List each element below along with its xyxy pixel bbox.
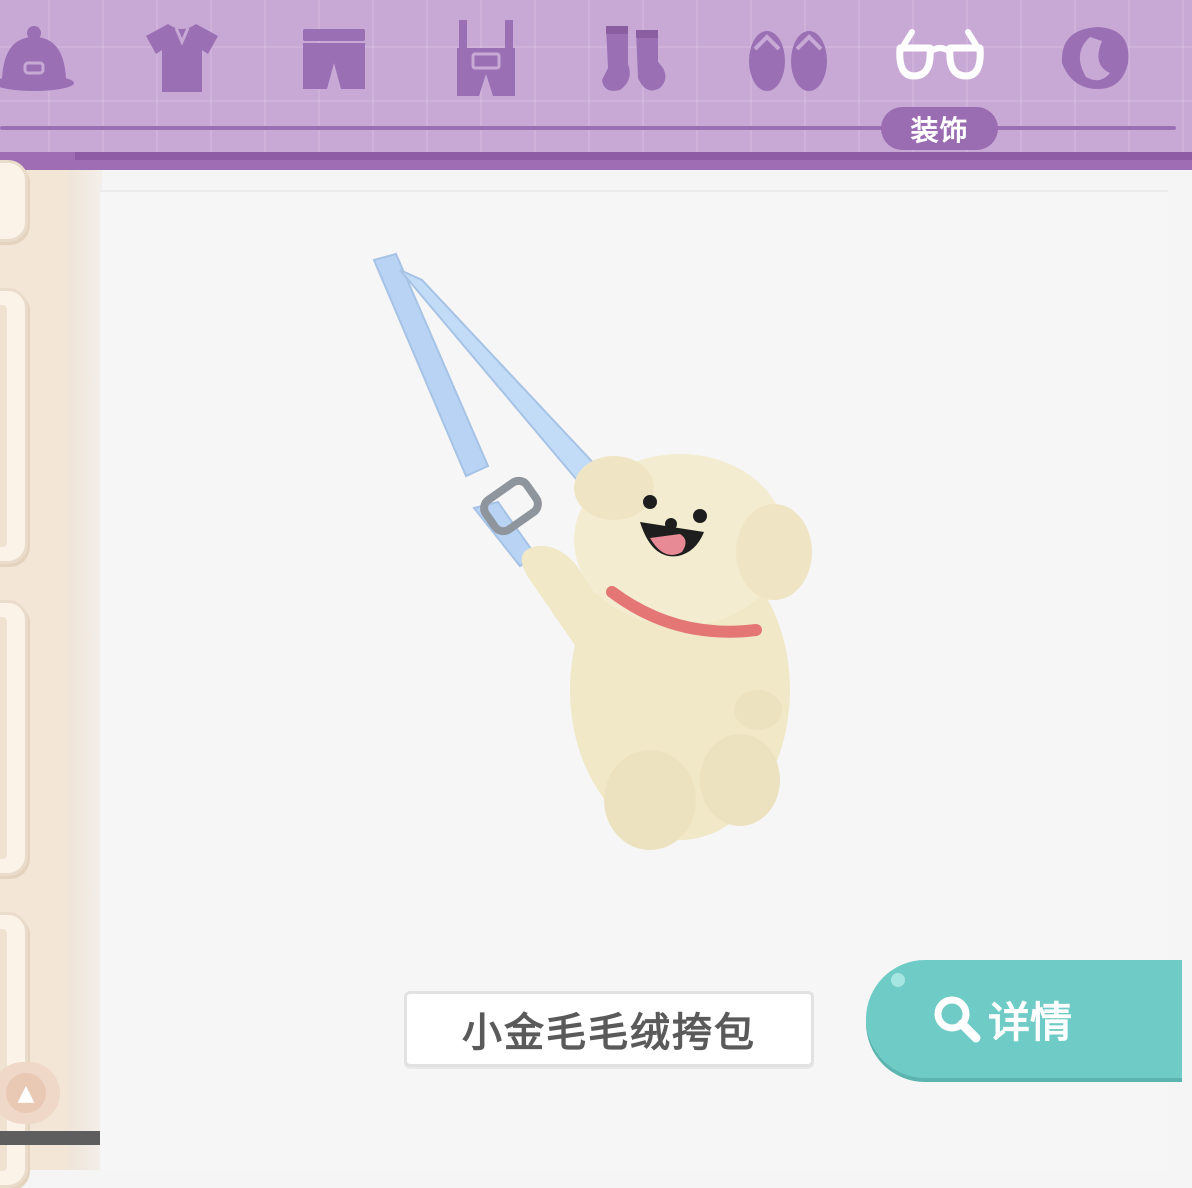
arrow-up-icon: ▲ bbox=[6, 1073, 46, 1113]
plush-ear bbox=[574, 456, 654, 520]
details-label: 详情 bbox=[988, 997, 1073, 1047]
tab-shoes[interactable] bbox=[740, 18, 836, 98]
category-bar-bottom bbox=[0, 152, 1192, 170]
magnifier-icon bbox=[932, 994, 982, 1044]
list-item-content bbox=[0, 305, 7, 547]
tshirt-icon bbox=[146, 24, 218, 92]
plush-ear bbox=[736, 504, 812, 600]
tab-overalls[interactable] bbox=[438, 18, 534, 98]
plush-leg bbox=[604, 750, 696, 850]
overalls-icon bbox=[457, 20, 515, 96]
plush-eye bbox=[643, 495, 657, 509]
tab-socks[interactable] bbox=[588, 18, 684, 98]
glasses-icon bbox=[896, 29, 984, 80]
list-item-content bbox=[0, 617, 7, 859]
shorts-icon bbox=[303, 29, 365, 89]
plush-eye bbox=[693, 509, 707, 523]
category-bar: 装饰 bbox=[0, 0, 1192, 170]
flip-flops-icon bbox=[749, 31, 827, 91]
list-item[interactable] bbox=[0, 912, 28, 1188]
item-preview-bag[interactable] bbox=[360, 240, 830, 860]
list-item[interactable] bbox=[0, 160, 28, 242]
hair-icon bbox=[1061, 27, 1129, 89]
list-item[interactable] bbox=[0, 288, 28, 564]
tab-bottoms[interactable] bbox=[286, 18, 382, 98]
plush-nose bbox=[665, 518, 677, 530]
tab-top[interactable] bbox=[134, 18, 230, 98]
category-rail bbox=[0, 126, 1176, 130]
socks-icon bbox=[602, 26, 666, 91]
tab-hair[interactable] bbox=[1044, 18, 1140, 98]
scroll-up-button[interactable]: ▲ bbox=[0, 1062, 60, 1124]
tab-accessories[interactable] bbox=[892, 18, 988, 98]
item-list bbox=[0, 160, 102, 1188]
list-item[interactable] bbox=[0, 600, 28, 876]
list-divider bbox=[68, 170, 102, 1170]
hat-icon bbox=[0, 26, 74, 91]
details-button[interactable]: 详情 bbox=[866, 960, 1182, 1078]
plush-tail bbox=[734, 690, 782, 730]
sparkle-icon bbox=[891, 973, 905, 987]
strap-left bbox=[372, 252, 490, 478]
tab-hat[interactable] bbox=[0, 18, 84, 98]
selected-category-label[interactable]: 装饰 bbox=[881, 107, 998, 150]
plush-leg bbox=[700, 734, 780, 826]
item-name: 小金毛毛绒挎包 bbox=[404, 991, 814, 1067]
